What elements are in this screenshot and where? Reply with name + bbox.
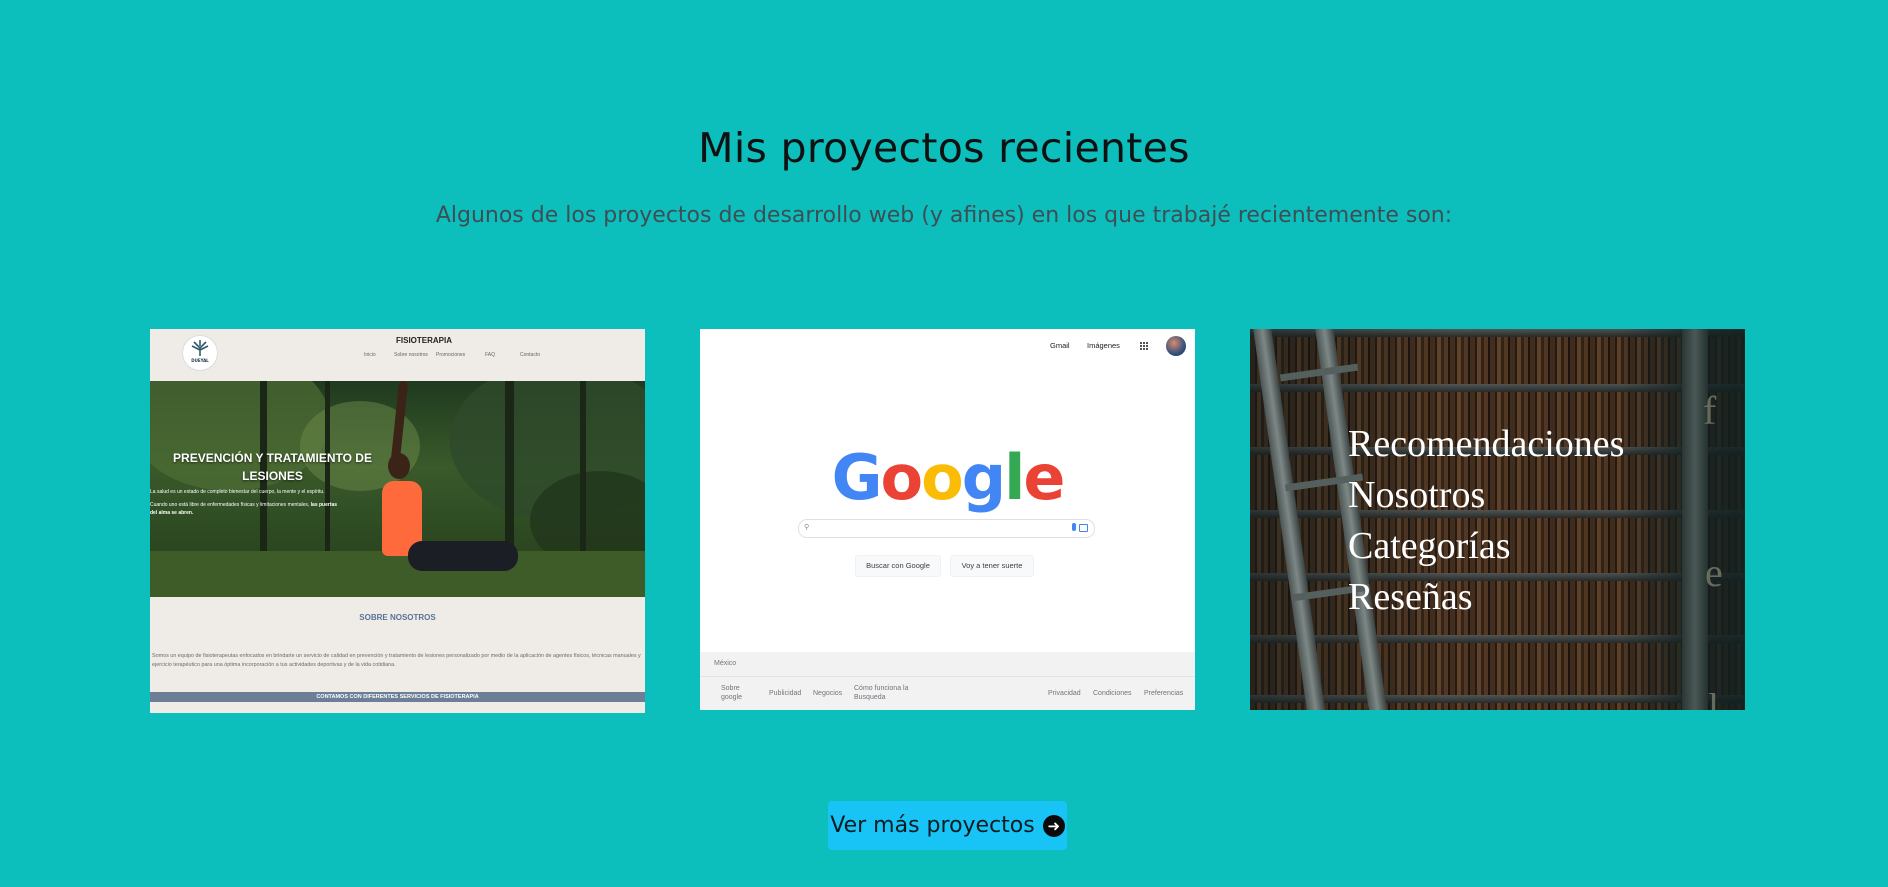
menu-item-nosotros: Nosotros <box>1348 474 1486 516</box>
shelf-letter: l <box>1708 685 1720 710</box>
search-input: ⚲ <box>798 519 1095 538</box>
logo-letter: g <box>961 441 1006 514</box>
menu-item-resenas: Reseñas <box>1348 576 1473 618</box>
footer-link: Privacidad <box>1048 690 1081 697</box>
section-subtitle: Algunos de los proyectos de desarrollo w… <box>435 203 1453 228</box>
footer-link: Sobre google <box>721 685 743 701</box>
gmail-link: Gmail <box>1050 341 1070 350</box>
section-title: Mis proyectos recientes <box>698 124 1190 172</box>
google-logo: Google <box>700 441 1195 514</box>
preview-hero-text-bold: las puertas <box>310 502 338 508</box>
shelf-letter: e <box>1705 550 1723 595</box>
images-link: Imágenes <box>1087 341 1120 350</box>
microphone-icon <box>1072 523 1076 531</box>
preview-nav-item: FAQ <box>485 352 496 358</box>
footer-link: Preferencias <box>1144 690 1184 697</box>
brand-logo: DUEYAL <box>182 335 218 371</box>
preview-services-band: CONTAMOS CON DIFERENTES SERVICIOS DE FIS… <box>150 692 645 702</box>
footer-links-bar: Sobre google Publicidad Negocios Cómo fu… <box>700 677 1195 710</box>
preview-section-body: Somos un equipo de fisioterapeutas enfoc… <box>152 653 641 668</box>
apps-grid-icon <box>1140 342 1149 351</box>
logo-letter: G <box>831 441 883 514</box>
menu-item-categorias: Categorías <box>1348 525 1511 567</box>
footer-link: Cómo funciona la Busqueda <box>854 685 909 701</box>
search-icon: ⚲ <box>804 523 810 531</box>
hands-tree-icon <box>191 340 209 356</box>
preview-section-heading: SOBRE NOSOTROS <box>359 613 436 622</box>
preview-nav-item: Sobre nosotros <box>394 352 428 358</box>
preview-nav-item: Inicio <box>364 352 376 358</box>
preview-hero-text: Cuando uno está libre de enfermedades fí… <box>150 502 310 508</box>
preview-nav-item: Contacto <box>520 352 541 358</box>
logo-letter: o <box>921 441 964 514</box>
preview-hero-title: PREVENCIÓN Y TRATAMIENTO DE LESIONES <box>173 451 372 483</box>
shelf-letter: f <box>1703 388 1717 433</box>
more-projects-label: Ver más proyectos <box>830 813 1035 838</box>
preview-hero-text: La salud es un estado de completo bienes… <box>150 489 325 495</box>
avatar <box>1166 336 1186 356</box>
preview-hero: PREVENCIÓN Y TRATAMIENTO DE LESIONES La … <box>150 381 645 597</box>
preview-hero-text-bold: del alma se abren. <box>150 510 194 516</box>
preview-header: DUEYAL FISIOTERAPIA Inicio Sobre nosotro… <box>150 329 645 381</box>
footer-link: Condiciones <box>1093 690 1132 697</box>
lucky-button: Voy a tener suerte <box>950 555 1034 577</box>
preview-nav-item: Promociones <box>436 352 466 358</box>
project-card-fisioterapia[interactable]: DUEYAL FISIOTERAPIA Inicio Sobre nosotro… <box>150 329 645 713</box>
logo-letter: e <box>1023 441 1065 514</box>
footer-link: Negocios <box>813 690 843 697</box>
search-button: Buscar con Google <box>855 555 941 577</box>
preview-brand: FISIOTERAPIA <box>396 336 453 345</box>
country-label: México <box>714 660 737 667</box>
logo-letter: l <box>1004 441 1025 514</box>
arrow-right-circle-icon: ➜ <box>1042 814 1065 837</box>
project-card-library[interactable]: f e l Recomendaciones Nosotros Categoría… <box>1250 329 1745 710</box>
footer-link: Publicidad <box>769 690 802 697</box>
camera-icon <box>1079 524 1088 532</box>
menu-item-recomendaciones: Recomendaciones <box>1348 423 1625 465</box>
logo-letter: o <box>880 441 923 514</box>
more-projects-button[interactable]: Ver más proyectos ➜ <box>828 801 1067 850</box>
footer-country-bar: México <box>700 652 1195 677</box>
project-card-google[interactable]: Gmail Imágenes Google ⚲ Buscar con Googl… <box>700 329 1195 710</box>
